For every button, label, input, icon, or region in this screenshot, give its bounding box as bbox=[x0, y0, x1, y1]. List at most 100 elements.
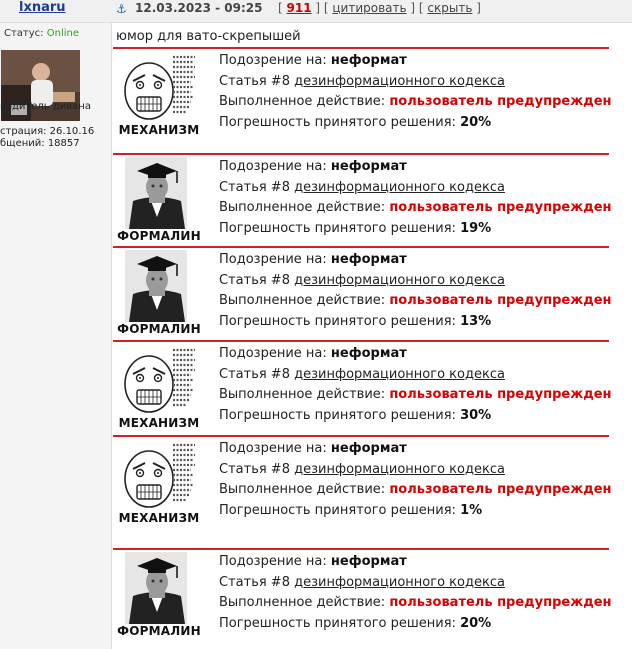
article-line: Статья #8 дезинформационного кодекса bbox=[219, 180, 505, 195]
article-line: Статья #8 дезинформационного кодекса bbox=[219, 367, 505, 382]
action-label: Выполненное действие: bbox=[219, 293, 390, 308]
error-label: Погрешность принятого решения: bbox=[219, 408, 461, 423]
moderation-card: ФОРМАЛИН Подозрение на: неформат Статья #8… bbox=[113, 246, 612, 341]
error-value: 20% bbox=[460, 616, 492, 631]
post-text: юмор для вато-скрепышей bbox=[116, 29, 301, 44]
username-link[interactable]: lxnaru bbox=[19, 0, 66, 15]
suspicion-value: неформат bbox=[330, 346, 407, 361]
error-value: 19% bbox=[460, 221, 492, 236]
action-label: Выполненное действие: bbox=[219, 387, 390, 402]
error-line: Погрешность принятого решения: 13% bbox=[219, 314, 491, 329]
article-link[interactable]: дезинформационного кодекса bbox=[294, 575, 505, 590]
moderator-name: МЕХАНИЗМ bbox=[118, 511, 200, 525]
bracket-sep: ] [ bbox=[311, 1, 333, 15]
moderator-name: МЕХАНИЗМ bbox=[118, 123, 200, 137]
post-header: lxnaru ⚓ 12.03.2023 - 09:25 [ 911 ] [ ци… bbox=[0, 0, 632, 23]
user-title: водитель дивана bbox=[0, 101, 91, 112]
action-line: Выполненное действие: пользователь преду… bbox=[219, 482, 612, 497]
article-prefix: Статья #8 bbox=[219, 180, 295, 195]
anchor-icon[interactable]: ⚓ bbox=[116, 2, 127, 16]
action-line: Выполненное действие: пользователь преду… bbox=[219, 200, 612, 215]
graduate-icon bbox=[119, 552, 199, 624]
action-value: пользователь предупрежден bbox=[389, 200, 612, 215]
action-value: пользователь предупрежден bbox=[389, 482, 612, 497]
error-label: Погрешность принятого решения: bbox=[219, 503, 461, 518]
action-line: Выполненное действие: пользователь преду… bbox=[219, 387, 612, 402]
suspicion-value: неформат bbox=[330, 554, 407, 569]
suspicion-value: неформат bbox=[330, 441, 407, 456]
moderation-card: МЕХАНИЗМ Подозрение на: неформат Статья #8… bbox=[113, 435, 612, 530]
bracket-sep: ] [ bbox=[406, 1, 428, 15]
suspicion-line: Подозрение на: неформат bbox=[219, 346, 407, 361]
error-line: Погрешность принятого решения: 30% bbox=[219, 408, 491, 423]
article-line: Статья #8 дезинформационного кодекса bbox=[219, 575, 505, 590]
error-line: Погрешность принятого решения: 1% bbox=[219, 503, 482, 518]
suspicion-label: Подозрение на: bbox=[219, 53, 331, 68]
error-label: Погрешность принятого решения: bbox=[219, 115, 461, 130]
suspicion-label: Подозрение на: bbox=[219, 441, 331, 456]
registration-date: страция: 26.10.16 bbox=[0, 126, 95, 137]
article-prefix: Статья #8 bbox=[219, 74, 295, 89]
graduate-icon bbox=[119, 250, 199, 322]
post-actions: [ 911 ] [ цитировать ] [ скрыть ] bbox=[278, 1, 481, 15]
article-link[interactable]: дезинформационного кодекса bbox=[294, 273, 505, 288]
status-value: Online bbox=[46, 28, 79, 39]
quote-link[interactable]: цитировать bbox=[332, 1, 406, 15]
error-value: 1% bbox=[460, 503, 483, 518]
bracket-close: ] bbox=[472, 1, 481, 15]
article-link[interactable]: дезинформационного кодекса bbox=[294, 462, 505, 477]
hide-link[interactable]: скрыть bbox=[427, 1, 472, 15]
error-value: 20% bbox=[460, 115, 492, 130]
suspicion-label: Подозрение на: bbox=[219, 346, 331, 361]
article-line: Статья #8 дезинформационного кодекса bbox=[219, 74, 505, 89]
action-line: Выполненное действие: пользователь преду… bbox=[219, 293, 612, 308]
post-number-link[interactable]: 911 bbox=[287, 1, 312, 15]
moderator-name: ФОРМАЛИН bbox=[117, 624, 201, 638]
moderation-card: МЕХАНИЗМ Подозрение на: неформат Статья #8… bbox=[113, 340, 612, 435]
article-link[interactable]: дезинформационного кодекса bbox=[294, 180, 505, 195]
error-line: Погрешность принятого решения: 20% bbox=[219, 616, 491, 631]
rage-face-icon bbox=[119, 344, 199, 416]
rage-face-icon bbox=[119, 51, 199, 123]
suspicion-value: неформат bbox=[330, 53, 407, 68]
moderator-name: ФОРМАЛИН bbox=[117, 322, 201, 336]
action-label: Выполненное действие: bbox=[219, 94, 390, 109]
error-value: 30% bbox=[460, 408, 492, 423]
action-value: пользователь предупрежден bbox=[389, 94, 612, 109]
error-value: 13% bbox=[460, 314, 492, 329]
bracket-open: [ bbox=[278, 1, 287, 15]
action-label: Выполненное действие: bbox=[219, 482, 390, 497]
article-link[interactable]: дезинформационного кодекса bbox=[294, 367, 505, 382]
status-line: Статус: Online bbox=[4, 28, 79, 39]
article-prefix: Статья #8 bbox=[219, 462, 295, 477]
error-line: Погрешность принятого решения: 19% bbox=[219, 221, 491, 236]
action-label: Выполненное действие: bbox=[219, 200, 390, 215]
status-label: Статус: bbox=[4, 28, 47, 39]
moderator-name: МЕХАНИЗМ bbox=[118, 416, 200, 430]
graduate-icon bbox=[119, 157, 199, 229]
suspicion-label: Подозрение на: bbox=[219, 554, 331, 569]
action-line: Выполненное действие: пользователь преду… bbox=[219, 595, 612, 610]
suspicion-value: неформат bbox=[330, 252, 407, 267]
user-sidebar: Статус: Online водитель дивана страция: … bbox=[0, 23, 112, 649]
article-prefix: Статья #8 bbox=[219, 367, 295, 382]
article-prefix: Статья #8 bbox=[219, 273, 295, 288]
suspicion-label: Подозрение на: bbox=[219, 252, 331, 267]
article-prefix: Статья #8 bbox=[219, 575, 295, 590]
error-line: Погрешность принятого решения: 20% bbox=[219, 115, 491, 130]
article-line: Статья #8 дезинформационного кодекса bbox=[219, 462, 505, 477]
article-link[interactable]: дезинформационного кодекса bbox=[294, 74, 505, 89]
suspicion-line: Подозрение на: неформат bbox=[219, 441, 407, 456]
action-label: Выполненное действие: bbox=[219, 595, 390, 610]
moderation-card: ФОРМАЛИН Подозрение на: неформат Статья #8… bbox=[113, 153, 612, 248]
message-count: бщений: 18857 bbox=[0, 138, 80, 149]
suspicion-line: Подозрение на: неформат bbox=[219, 252, 407, 267]
suspicion-line: Подозрение на: неформат bbox=[219, 554, 407, 569]
rage-face-icon bbox=[119, 439, 199, 511]
error-label: Погрешность принятого решения: bbox=[219, 616, 461, 631]
post-date: 12.03.2023 - 09:25 bbox=[135, 1, 263, 15]
article-line: Статья #8 дезинформационного кодекса bbox=[219, 273, 505, 288]
action-value: пользователь предупрежден bbox=[389, 387, 612, 402]
suspicion-label: Подозрение на: bbox=[219, 159, 331, 174]
suspicion-value: неформат bbox=[330, 159, 407, 174]
